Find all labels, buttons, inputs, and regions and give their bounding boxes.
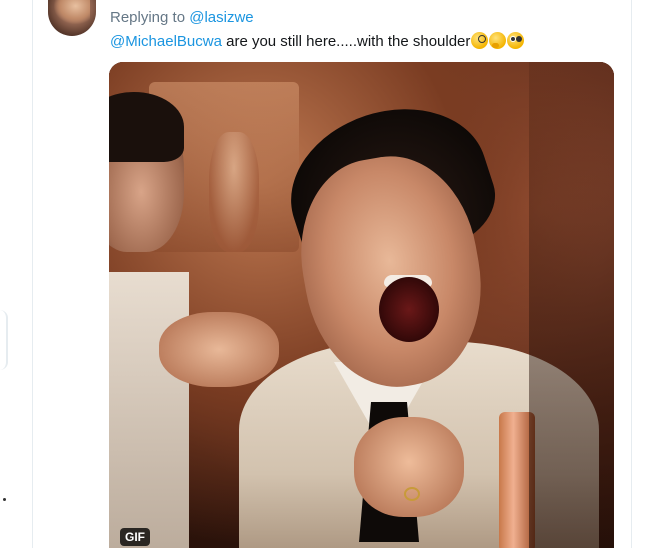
- flushed-face-icon: [507, 32, 525, 49]
- tweet-body-text: are you still here.....with the shoulder: [221, 33, 471, 50]
- replying-to-label: Replying to: [110, 9, 186, 26]
- timeline-left-border: [32, 0, 33, 548]
- timeline-right-border: [631, 0, 632, 548]
- gif-media[interactable]: GIF: [109, 62, 614, 548]
- gif-badge: GIF: [120, 528, 150, 546]
- sidebar-fragment: [0, 310, 8, 370]
- avatar[interactable]: [48, 0, 96, 36]
- thinking-face-icon: [489, 32, 507, 49]
- face-with-monocle-icon: [471, 32, 489, 49]
- gif-frame: [109, 62, 614, 548]
- mention-link[interactable]: @MichaelBucwa: [110, 33, 222, 50]
- sidebar-dot: [3, 498, 6, 501]
- tweet-text: @MichaelBucwa are you still here.....wit…: [110, 32, 525, 50]
- reply-handle-link[interactable]: @lasizwe: [189, 9, 253, 26]
- replying-to-line: Replying to @lasizwe: [110, 9, 254, 26]
